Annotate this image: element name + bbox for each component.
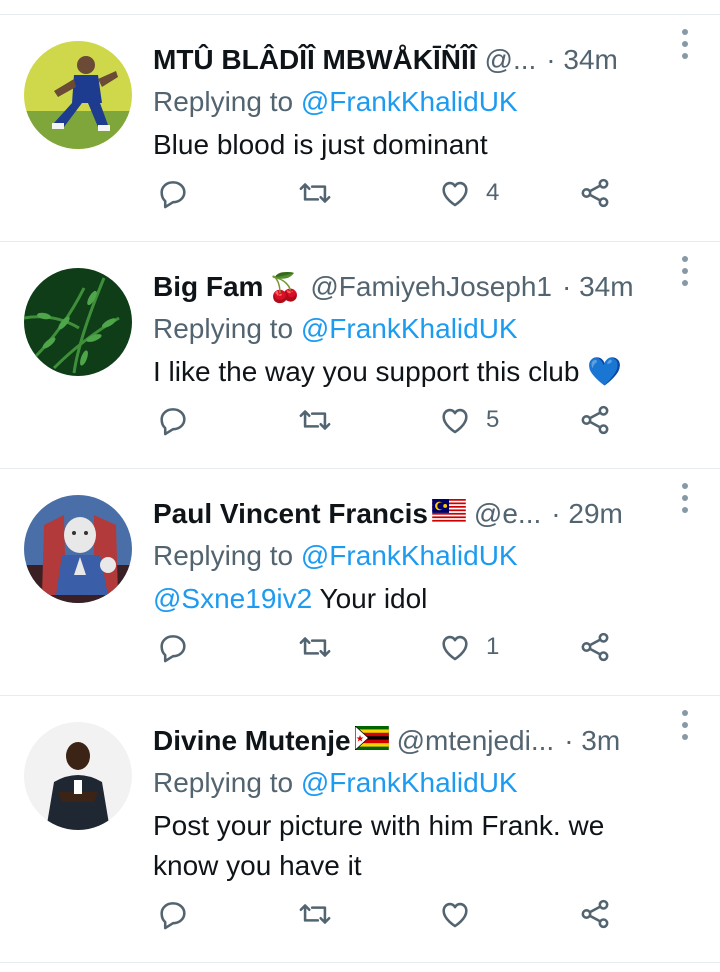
user-handle[interactable]: @mtenjedi... [397, 725, 555, 757]
display-name[interactable]: Big Fam [153, 271, 263, 303]
share-button[interactable] [578, 630, 612, 664]
cherry-emoji: 🍒 [267, 271, 303, 303]
share-icon [581, 632, 609, 662]
like-button[interactable] [438, 897, 486, 931]
tweet-text: Post your picture with him Frank. we kno… [153, 806, 673, 886]
tweet-actions: 1 [0, 627, 720, 667]
reply-tweet[interactable]: Big Fam 🍒 @FamiyehJoseph1 · 34m Replying… [0, 242, 720, 469]
retweet-icon [299, 183, 331, 203]
replying-to: Replying to @FrankKhalidUK [153, 764, 700, 802]
share-icon [581, 899, 609, 929]
avatar[interactable] [24, 722, 132, 830]
share-icon [581, 178, 609, 208]
replying-to-label: Replying to [153, 313, 294, 344]
avatar[interactable] [24, 495, 132, 603]
reply-icon [160, 902, 186, 930]
timestamp[interactable]: · 34m [546, 44, 618, 76]
tweet-body: Divine Mutenje @mtenjedi... · 3m Replyin… [153, 722, 700, 886]
avatar[interactable] [24, 41, 132, 149]
replying-to-mention[interactable]: @FrankKhalidUK [301, 767, 518, 798]
retweet-button[interactable] [297, 176, 333, 210]
tweet-text-content: I like the way you support this club 💙 [153, 356, 623, 387]
replying-to-label: Replying to [153, 767, 294, 798]
more-options-icon[interactable] [682, 710, 690, 740]
replying-to-mention[interactable]: @FrankKhalidUK [301, 540, 518, 571]
tweet-body: MTÛ BLÂDÎÎ MBWÅKĪÑÎÎ @... · 34m Replying… [153, 41, 700, 165]
like-count: 5 [486, 406, 500, 433]
tweet-text: I like the way you support this club 💙 [153, 352, 700, 392]
reply-button[interactable] [156, 403, 190, 437]
like-count: 4 [486, 179, 500, 206]
tweet-actions: 4 [0, 173, 720, 213]
reply-tweet[interactable]: Divine Mutenje @mtenjedi... · 3m Replyin… [0, 696, 720, 963]
more-options-icon[interactable] [682, 483, 690, 513]
timestamp[interactable]: · 29m [551, 498, 623, 530]
heart-icon [442, 902, 468, 928]
reply-icon [160, 635, 186, 663]
user-handle[interactable]: @... [485, 44, 537, 76]
retweet-button[interactable] [297, 403, 333, 437]
replying-to-mention[interactable]: @FrankKhalidUK [301, 86, 518, 117]
reply-icon [160, 181, 186, 209]
tweet-actions [0, 894, 720, 934]
reply-button[interactable] [156, 630, 190, 664]
retweet-icon [299, 637, 331, 657]
retweet-icon [299, 410, 331, 430]
reply-tweet[interactable]: MTÛ BLÂDÎÎ MBWÅKĪÑÎÎ @... · 34m Replying… [0, 15, 720, 242]
display-name[interactable]: MTÛ BLÂDÎÎ MBWÅKĪÑÎÎ [153, 44, 477, 76]
tweet-header: Big Fam 🍒 @FamiyehJoseph1 · 34m [153, 268, 700, 306]
avatar[interactable] [24, 268, 132, 376]
tweet-header: MTÛ BLÂDÎÎ MBWÅKĪÑÎÎ @... · 34m [153, 41, 700, 79]
timestamp[interactable]: · 34m [562, 271, 634, 303]
replying-to: Replying to @FrankKhalidUK [153, 310, 700, 348]
malaysia-flag-icon [432, 498, 466, 530]
timestamp[interactable]: · 3m [564, 725, 620, 757]
reply-icon [160, 408, 186, 436]
more-options-icon[interactable] [682, 29, 690, 59]
like-button[interactable]: 1 [438, 630, 499, 664]
tweet-text-content: Blue blood is just dominant [153, 129, 488, 160]
replying-to-label: Replying to [153, 86, 294, 117]
retweet-icon [299, 904, 331, 924]
reply-tweet[interactable]: Paul Vincent Francis @e... · 29m Replyin… [0, 469, 720, 696]
tweet-actions: 5 [0, 400, 720, 440]
retweet-button[interactable] [297, 630, 333, 664]
replying-to: Replying to @FrankKhalidUK [153, 537, 700, 575]
tweet-text-content: Post your picture with him Frank. we kno… [153, 810, 605, 881]
tweet-text: Blue blood is just dominant [153, 125, 700, 165]
share-button[interactable] [578, 403, 612, 437]
top-divider [0, 0, 720, 15]
tweet-body: Big Fam 🍒 @FamiyehJoseph1 · 34m Replying… [153, 268, 700, 392]
reply-button[interactable] [156, 176, 190, 210]
heart-icon [442, 408, 468, 434]
share-button[interactable] [578, 176, 612, 210]
like-count: 1 [486, 633, 500, 660]
reply-button[interactable] [156, 897, 190, 931]
display-name[interactable]: Paul Vincent Francis [153, 498, 428, 530]
heart-icon [442, 635, 468, 661]
replying-to-mention[interactable]: @FrankKhalidUK [301, 313, 518, 344]
user-handle[interactable]: @e... [474, 498, 541, 530]
like-button[interactable]: 5 [438, 403, 499, 437]
tweet-mention[interactable]: @Sxne19iv2 [153, 583, 312, 614]
like-button[interactable]: 4 [438, 176, 499, 210]
share-button[interactable] [578, 897, 612, 931]
more-options-icon[interactable] [682, 256, 690, 286]
tweet-text-content: Your idol [312, 583, 428, 614]
retweet-button[interactable] [297, 897, 333, 931]
tweet-text: @Sxne19iv2 Your idol [153, 579, 700, 619]
replying-to: Replying to @FrankKhalidUK [153, 83, 700, 121]
replying-to-label: Replying to [153, 540, 294, 571]
heart-icon [442, 181, 468, 207]
display-name[interactable]: Divine Mutenje [153, 725, 351, 757]
tweet-body: Paul Vincent Francis @e... · 29m Replyin… [153, 495, 700, 619]
user-handle[interactable]: @FamiyehJoseph1 [310, 271, 552, 303]
zimbabwe-flag-icon [354, 725, 389, 757]
tweet-header: Paul Vincent Francis @e... · 29m [153, 495, 700, 533]
tweet-header: Divine Mutenje @mtenjedi... · 3m [153, 722, 700, 760]
share-icon [581, 405, 609, 435]
